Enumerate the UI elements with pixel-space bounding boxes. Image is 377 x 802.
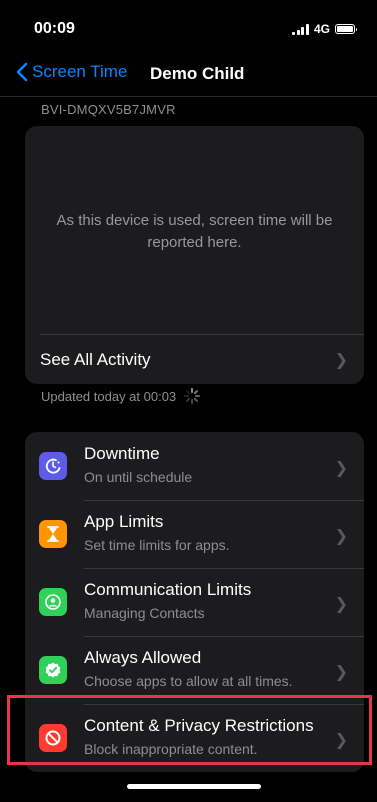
activity-empty-message: As this device is used, screen time will… [56, 212, 333, 251]
app-limits-subtitle: Set time limits for apps. [84, 537, 230, 553]
home-indicator [127, 784, 261, 789]
battery-icon [335, 24, 357, 34]
back-button[interactable]: Screen Time [16, 62, 127, 82]
see-all-activity-button[interactable]: See All Activity ❯ [40, 334, 364, 384]
downtime-row[interactable]: Downtime On until schedule ❯ [25, 432, 364, 500]
downtime-icon [39, 452, 67, 480]
communication-limits-row[interactable]: Communication Limits Managing Contacts ❯ [25, 568, 364, 636]
status-indicators: 4G [292, 22, 357, 36]
communication-limits-title: Communication Limits [84, 580, 252, 599]
updated-status: Updated today at 00:03 [41, 388, 201, 404]
chevron-right-icon: ❯ [334, 460, 348, 477]
chevron-left-icon [16, 62, 28, 82]
downtime-title: Downtime [84, 444, 160, 463]
network-type: 4G [313, 22, 330, 36]
app-limits-row[interactable]: App Limits Set time limits for apps. ❯ [25, 500, 364, 568]
activity-card: As this device is used, screen time will… [25, 126, 364, 384]
nav-divider [0, 96, 377, 97]
chevron-right-icon: ❯ [334, 664, 348, 681]
chevron-right-icon: ❯ [334, 528, 348, 545]
app-limits-title: App Limits [84, 512, 164, 531]
back-button-label: Screen Time [32, 62, 128, 81]
cellular-signal-icon [292, 23, 309, 35]
status-bar: 00:09 4G [0, 0, 377, 58]
checkmark-seal-icon [39, 656, 67, 684]
updated-text: Updated today at 00:03 [41, 388, 177, 404]
see-all-activity-label: See All Activity [40, 350, 151, 369]
device-id: BVI-DMQXV5B7JMVR [41, 102, 176, 117]
hourglass-icon [39, 520, 67, 548]
navigation-bar: Screen Time Demo Child [0, 58, 377, 90]
downtime-subtitle: On until schedule [84, 469, 193, 485]
always-allowed-title: Always Allowed [84, 648, 202, 667]
loading-spinner-icon [184, 388, 201, 404]
chevron-right-icon: ❯ [334, 596, 348, 613]
always-allowed-subtitle: Choose apps to allow at all times. [84, 673, 293, 689]
status-time: 00:09 [34, 20, 75, 37]
chevron-right-icon: ❯ [334, 352, 348, 369]
communication-limits-subtitle: Managing Contacts [84, 605, 205, 621]
person-circle-icon [39, 588, 67, 616]
highlight-box [7, 695, 372, 765]
always-allowed-row[interactable]: Always Allowed Choose apps to allow at a… [25, 636, 364, 704]
page-title: Demo Child [150, 64, 245, 83]
